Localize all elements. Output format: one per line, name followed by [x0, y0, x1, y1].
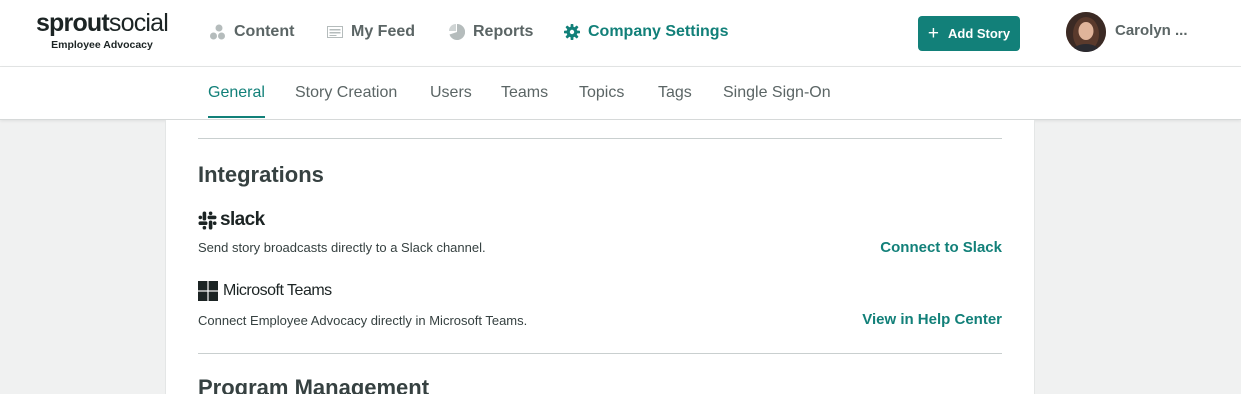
user-avatar[interactable]	[1066, 12, 1106, 52]
nav-item-reports[interactable]: Reports	[449, 20, 533, 44]
section-divider	[198, 353, 1002, 354]
settings-panel: Integrations slack Send story broadcasts…	[165, 120, 1035, 394]
microsoft-logo-icon	[198, 281, 218, 301]
program-management-title: Program Management	[198, 375, 430, 394]
avatar-photo	[1066, 12, 1106, 52]
microsoft-teams-description: Connect Employee Advocacy directly in Mi…	[198, 313, 528, 328]
tab-tags[interactable]: Tags	[658, 84, 692, 118]
content-icon	[210, 24, 225, 40]
nav-item-company-settings[interactable]: Company Settings	[564, 20, 728, 44]
slack-description: Send story broadcasts directly to a Slac…	[198, 240, 486, 255]
view-in-help-center-link[interactable]: View in Help Center	[862, 311, 1002, 328]
microsoft-teams-wordmark: Microsoft Teams	[223, 282, 332, 299]
microsoft-teams-logo: Microsoft Teams	[198, 281, 332, 301]
plus-icon: +	[927, 23, 939, 44]
settings-tab-bar: General Story Creation Users Teams Topic…	[0, 67, 1241, 120]
integrations-title: Integrations	[198, 162, 324, 187]
add-story-label: Add Story	[947, 26, 1011, 41]
gear-icon	[564, 24, 580, 40]
user-name[interactable]: Carolyn ...	[1115, 22, 1188, 39]
nav-item-label: Content	[234, 23, 295, 40]
nav-item-label: Company Settings	[588, 23, 729, 40]
tab-story-creation[interactable]: Story Creation	[295, 84, 397, 118]
tab-single-sign-on[interactable]: Single Sign-On	[723, 84, 831, 118]
nav-item-label: My Feed	[351, 23, 416, 40]
tab-general[interactable]: General	[208, 84, 265, 118]
nav-item-my-feed[interactable]: My Feed	[327, 20, 415, 44]
sprout-social-logo[interactable]: sproutsocial Employee Advocacy	[22, 9, 182, 51]
nav-item-content[interactable]: Content	[209, 20, 294, 44]
tab-topics[interactable]: Topics	[579, 84, 624, 118]
logo-subtitle: Employee Advocacy	[51, 39, 153, 51]
slack-wordmark: slack	[220, 209, 265, 230]
connect-to-slack-link[interactable]: Connect to Slack	[880, 239, 1002, 256]
tab-users[interactable]: Users	[430, 84, 472, 118]
feed-icon	[327, 26, 343, 38]
top-navigation-bar: sproutsocial Employee Advocacy Content M…	[0, 0, 1241, 67]
tab-teams[interactable]: Teams	[501, 84, 548, 118]
nav-item-label: Reports	[473, 23, 534, 40]
reports-icon	[449, 24, 465, 40]
add-story-button[interactable]: + Add Story	[918, 16, 1020, 51]
slack-icon	[198, 211, 217, 229]
slack-logo: slack	[198, 209, 265, 231]
logo-wordmark: sproutsocial	[35, 9, 169, 37]
section-divider	[198, 138, 1002, 139]
